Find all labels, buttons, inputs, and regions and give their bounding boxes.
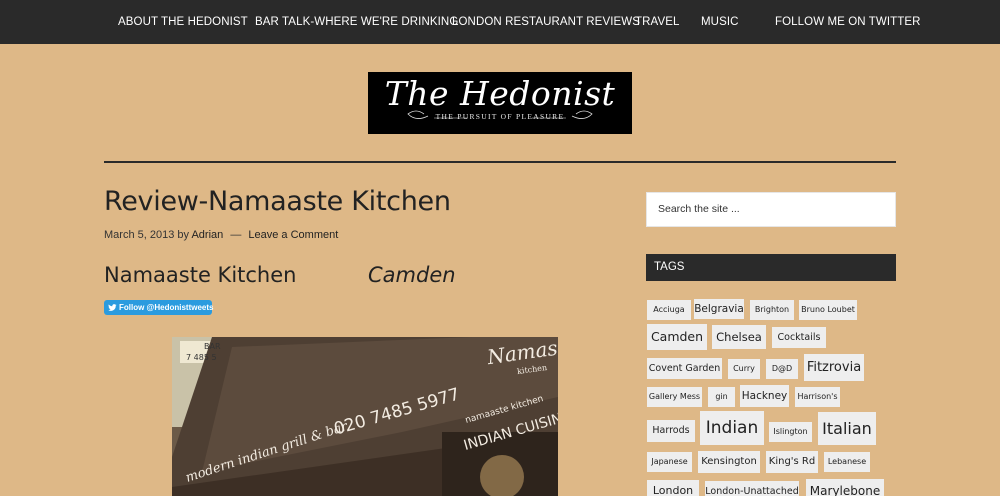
tag-gin[interactable]: gin — [708, 387, 735, 407]
tag-hackney[interactable]: Hackney — [740, 385, 789, 407]
tag-d-at-d[interactable]: D@D — [766, 359, 798, 379]
side-sign-phone: 7 485 5 — [186, 353, 217, 362]
post-heading: Namaaste Kitchen — [104, 263, 297, 287]
post-meta: March 5, 2013 by Adrian — Leave a Commen… — [104, 229, 338, 241]
header-divider — [104, 161, 896, 163]
tag-harrods[interactable]: Harrods — [647, 420, 695, 442]
post-heading-location: Camden — [368, 263, 456, 287]
tag-gallery-mess[interactable]: Gallery Mess — [647, 387, 702, 407]
tag-kings-rd[interactable]: King's Rd — [766, 451, 818, 473]
tag-kensington[interactable]: Kensington — [698, 451, 760, 473]
side-sign-bar: BAR — [204, 342, 221, 351]
tag-marylebone[interactable]: Marylebone — [806, 479, 884, 496]
logo-title: The Hedonist — [384, 74, 616, 113]
post-title[interactable]: Review-Namaaste Kitchen — [104, 186, 451, 217]
post-author-link[interactable]: Adrian — [191, 229, 223, 241]
restaurant-photo: Namaste kitchen 020 7485 5977 modern ind… — [172, 337, 558, 496]
nav-item-travel[interactable]: TRAVEL — [635, 0, 679, 44]
tag-brighton[interactable]: Brighton — [750, 300, 794, 320]
tag-fitzrovia[interactable]: Fitzrovia — [804, 354, 864, 381]
leave-comment-link[interactable]: Leave a Comment — [248, 229, 338, 241]
tag-london[interactable]: London — [647, 480, 699, 496]
tag-london-unattached[interactable]: London-Unattached — [705, 481, 799, 496]
nav-item-twitter[interactable]: FOLLOW ME ON TWITTER — [775, 0, 921, 44]
nav-item-music[interactable]: MUSIC — [701, 0, 739, 44]
nav-item-restaurant-reviews[interactable]: LONDON RESTAURANT REVIEWS — [452, 0, 640, 44]
tag-cocktails[interactable]: Cocktails — [772, 327, 826, 348]
meta-separator: — — [230, 229, 242, 241]
search-input[interactable]: Search the site ... — [646, 192, 896, 227]
tag-bruno-loubet[interactable]: Bruno Loubet — [799, 300, 857, 320]
tag-japanese[interactable]: Japanese — [647, 452, 692, 472]
tags-widget-title: TAGS — [646, 254, 896, 281]
nav-item-bar-talk[interactable]: BAR TALK-WHERE WE'RE DRINKING — [255, 0, 458, 44]
post-date: March 5, 2013 — [104, 229, 175, 241]
follow-button-label: Follow @Hedonisttweets — [119, 303, 214, 312]
tag-lebanese[interactable]: Lebanese — [824, 452, 870, 472]
tag-islington[interactable]: Islington — [769, 422, 812, 442]
tag-acciuga[interactable]: Acciuga — [647, 300, 691, 320]
tag-chelsea[interactable]: Chelsea — [712, 325, 766, 349]
tag-covent-garden[interactable]: Covent Garden — [647, 358, 722, 379]
tag-italian[interactable]: Italian — [818, 412, 876, 445]
tag-indian[interactable]: Indian — [700, 411, 764, 445]
twitter-bird-icon — [108, 304, 117, 311]
top-navigation: ABOUT THE HEDONIST BAR TALK-WHERE WE'RE … — [0, 0, 1000, 44]
post-by: by — [177, 229, 190, 241]
twitter-follow-button[interactable]: Follow @Hedonisttweets — [104, 300, 214, 315]
logo-tagline: THE PURSUIT OF PLEASURE — [435, 112, 565, 121]
tag-belgravia[interactable]: Belgravia — [694, 299, 744, 319]
site-logo[interactable]: The Hedonist THE PURSUIT OF PLEASURE — [368, 72, 632, 134]
tag-camden[interactable]: Camden — [647, 324, 707, 350]
tag-curry[interactable]: Curry — [728, 359, 760, 379]
nav-item-about[interactable]: ABOUT THE HEDONIST — [118, 0, 248, 44]
tag-harrisons[interactable]: Harrison's — [795, 387, 840, 407]
